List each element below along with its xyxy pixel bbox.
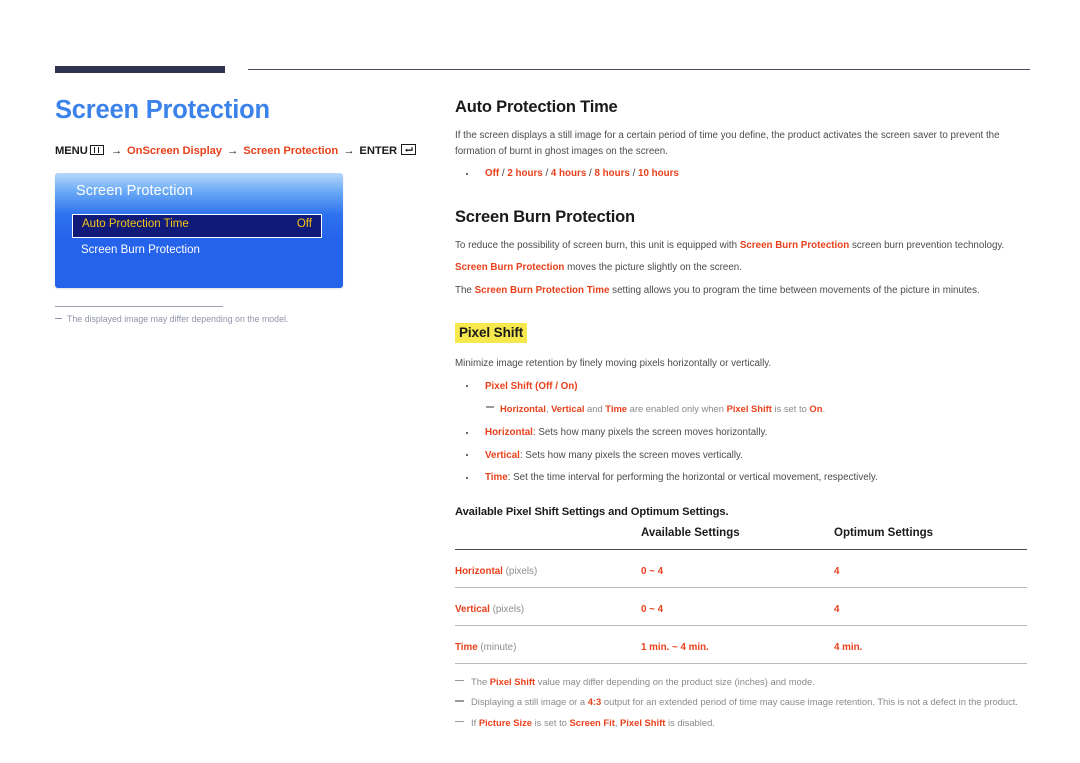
list-item: Time: Set the time interval for performi… (455, 470, 1027, 486)
table-row: Time (minute) 1 min. ~ 4 min. 4 min. (455, 625, 1027, 663)
breadcrumb-arrow-3: → (343, 145, 355, 158)
list-item: Off / 2 hours / 4 hours / 8 hours / 10 h… (455, 166, 1027, 182)
option-10-hours: 10 hours (638, 168, 679, 179)
image-disclaimer-note: The displayed image may differ depending… (55, 314, 415, 324)
table-row: Vertical (pixels) 0 ~ 4 4 (455, 587, 1027, 625)
pixel-shift-settings-table: Available Settings Optimum Settings Hori… (455, 522, 1027, 664)
left-column: Screen Protection MENU → OnScreen Displa… (55, 96, 417, 324)
table-body: Horizontal (pixels) 0 ~ 4 4 Vertical (pi… (455, 549, 1027, 663)
table-header-optimum-settings: Optimum Settings (834, 527, 934, 539)
pixel-shift-bullets: Pixel Shift (Off / On) (455, 379, 1027, 395)
breadcrumb: MENU → OnScreen Display → Screen Protect… (55, 144, 417, 158)
option-4-hours: 4 hours (550, 168, 587, 179)
table-cell-optimum: 4 min. (834, 641, 863, 653)
list-item: Vertical: Sets how many pixels the scree… (455, 448, 1027, 464)
table-cell-available: 1 min. ~ 4 min. (641, 641, 709, 653)
osd-row-auto-protection-time[interactable]: Auto Protection Time Off (72, 214, 322, 239)
section-heading-auto-protection-time: Auto Protection Time (455, 98, 618, 116)
breadcrumb-arrow-1: → (110, 145, 122, 158)
table-cell-label: Time (minute) (455, 641, 517, 653)
enter-key-icon (401, 144, 417, 156)
pixel-shift-bullets-rest: Horizontal: Sets how many pixels the scr… (455, 425, 1027, 486)
osd-menu-preview: Screen Protection Auto Protection Time O… (55, 173, 343, 289)
table-cell-optimum: 4 (834, 565, 840, 577)
image-disclaimer-text: The displayed image may differ depending… (67, 314, 289, 325)
osd-row-value: Off (296, 218, 312, 231)
table-header-available-settings: Available Settings (641, 527, 740, 539)
table-cell-label: Horizontal (pixels) (455, 565, 538, 577)
pixel-shift-intro: Minimize image retention by finely movin… (455, 358, 772, 369)
list-item: Pixel Shift (Off / On) (455, 379, 1027, 395)
option-2-hours: 2 hours (507, 168, 543, 179)
table-cell-label: Vertical (pixels) (455, 603, 525, 615)
table-header-row: Available Settings Optimum Settings (455, 522, 1027, 550)
table-row: Horizontal (pixels) 0 ~ 4 4 (455, 549, 1027, 587)
screen-burn-paragraph-1: To reduce the possibility of screen burn… (455, 239, 1005, 251)
menu-grid-icon (89, 145, 104, 156)
table-cell-available: 0 ~ 4 (641, 603, 664, 615)
table-header-blank (455, 522, 641, 550)
screen-burn-paragraph-2: Screen Burn Protection moves the picture… (455, 262, 742, 273)
right-column: Auto Protection Time If the screen displ… (455, 98, 1027, 736)
pixel-shift-subnote: Horizontal, Vertical and Time are enable… (455, 401, 1027, 416)
table-head: Available Settings Optimum Settings (455, 522, 1027, 550)
note-divider (55, 306, 223, 308)
page-title: Screen Protection (55, 96, 270, 124)
osd-row-label: Auto Protection Time (82, 218, 189, 231)
osd-title: Screen Protection (76, 183, 193, 200)
breadcrumb-enter-label: ENTER (359, 145, 398, 158)
screen-burn-paragraph-3: The Screen Burn Protection Time setting … (455, 284, 980, 296)
breadcrumb-step-onscreen-display[interactable]: OnScreen Display (127, 145, 222, 157)
manual-page: Screen Protection MENU → OnScreen Displa… (0, 0, 1080, 763)
footnote-still-image: Displaying a still image or a 4:3 output… (455, 695, 1027, 710)
option-off: Off (485, 168, 500, 179)
subsection-heading-pixel-shift: Pixel Shift (455, 323, 528, 343)
breadcrumb-step-screen-protection[interactable]: Screen Protection (243, 145, 338, 157)
osd-row-screen-burn-protection[interactable]: Screen Burn Protection (81, 244, 200, 256)
breadcrumb-menu-label: MENU (55, 145, 88, 158)
footnote-pixel-shift-value: The Pixel Shift value may differ dependi… (455, 675, 1027, 690)
footnotes: The Pixel Shift value may differ dependi… (455, 675, 1027, 731)
section-heading-screen-burn-protection: Screen Burn Protection (455, 207, 635, 226)
header-rule-thin (248, 69, 1030, 71)
header-rule-thick (55, 66, 225, 73)
footnote-picture-size: If Picture Size is set to Screen Fit, Pi… (455, 716, 1027, 731)
note-dash-icon (55, 317, 62, 320)
breadcrumb-arrow-2: → (227, 145, 239, 158)
option-8-hours: 8 hours (594, 168, 630, 179)
auto-protection-options-list: Off / 2 hours / 4 hours / 8 hours / 10 h… (455, 166, 1027, 182)
table-caption: Available Pixel Shift Settings and Optim… (455, 505, 729, 518)
auto-protection-paragraph: If the screen displays a still image for… (455, 130, 1000, 157)
table-cell-optimum: 4 (834, 603, 840, 615)
table-cell-available: 0 ~ 4 (641, 565, 664, 577)
list-item: Horizontal: Sets how many pixels the scr… (455, 425, 1027, 441)
